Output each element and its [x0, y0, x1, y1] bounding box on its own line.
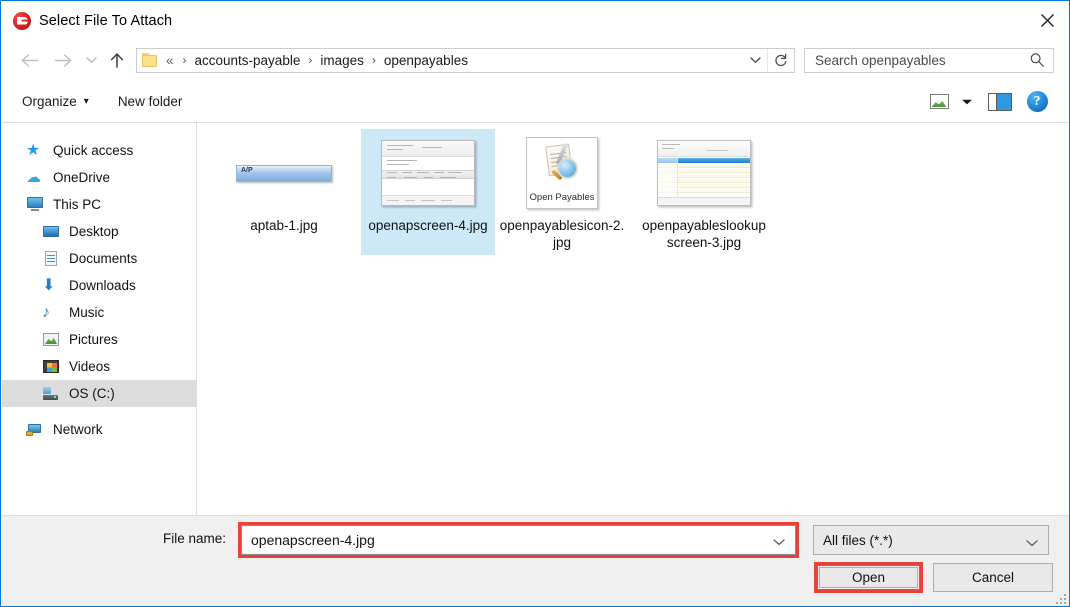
downloads-icon: ⬇ [42, 277, 56, 294]
sidebar-item-documents[interactable]: Documents [2, 245, 196, 272]
breadcrumb-separator: › [371, 53, 376, 67]
videos-icon [42, 358, 60, 375]
breadcrumb-separator: › [308, 53, 313, 67]
drive-icon [42, 385, 60, 402]
file-name-label: aptab-1.jpg [250, 218, 318, 233]
breadcrumb-item-openpayables[interactable]: openpayables [383, 53, 469, 68]
file-thumbnail [378, 133, 478, 213]
sidebar-item-label: OneDrive [53, 170, 111, 185]
desktop-icon [42, 223, 60, 240]
sidebar-item-downloads[interactable]: ⬇ Downloads [2, 272, 196, 299]
file-type-value: All files (*.*) [823, 532, 893, 548]
sidebar-item-label: Music [69, 305, 105, 320]
screenshot-window-thumbnail [381, 140, 475, 206]
dialog-body: ★ Quick access ☁ OneDrive This PC Deskto… [2, 123, 1069, 515]
sidebar-item-label: OS (C:) [69, 386, 115, 401]
cancel-button[interactable]: Cancel [933, 563, 1053, 592]
organize-chevron-down-icon: ▾ [83, 96, 89, 107]
file-thumbnail [654, 133, 754, 213]
close-icon[interactable] [1024, 2, 1069, 38]
arrow-left-icon[interactable] [12, 45, 46, 75]
title-bar: Select File To Attach [2, 2, 1069, 39]
sidebar-item-pictures[interactable]: Pictures [2, 326, 196, 353]
preview-pane-icon[interactable] [980, 87, 1020, 117]
breadcrumb-separator: › [182, 53, 187, 67]
computer-icon [26, 196, 44, 213]
file-name-label: openpayableslookupscreen-3.jpg [642, 218, 766, 250]
new-folder-button[interactable]: New folder [118, 94, 183, 109]
file-thumbnail: Open Payables [512, 133, 612, 213]
navigation-bar: « › accounts-payable › images › openpaya… [2, 39, 1069, 81]
file-name-combobox[interactable] [241, 525, 796, 555]
app-logo-icon [13, 11, 31, 30]
arrow-up-icon[interactable] [102, 45, 132, 75]
refresh-icon[interactable] [767, 48, 793, 72]
sidebar-item-label: Documents [69, 251, 138, 266]
pictures-icon [42, 331, 60, 348]
file-item[interactable]: Open Payables openpayablesicon-2.jpg [495, 129, 629, 255]
recent-locations-chevron-down-icon[interactable] [80, 45, 102, 75]
sidebar-item-label: Downloads [69, 278, 136, 293]
music-icon: ♪ [42, 304, 50, 321]
search-input[interactable] [813, 49, 1013, 71]
open-payables-icon-thumbnail: Open Payables [526, 137, 598, 209]
file-dialog-window: Select File To Attach « › accounts-payab… [0, 0, 1070, 607]
sidebar-item-label: Quick access [53, 143, 134, 158]
file-name-field-label: File name: [163, 531, 227, 546]
documents-icon [42, 250, 60, 267]
file-item[interactable]: openapscreen-4.jpg [361, 129, 495, 255]
thumbnail-caption: A/P [241, 166, 253, 174]
file-item[interactable]: A/P aptab-1.jpg [217, 129, 351, 255]
breadcrumb-item-accounts-payable[interactable]: accounts-payable [194, 53, 302, 68]
cloud-icon: ☁ [26, 169, 41, 186]
breadcrumb-overflow[interactable]: « [165, 53, 176, 68]
arrow-right-icon[interactable] [46, 45, 80, 75]
help-glyph: ? [1026, 91, 1048, 112]
sidebar-item-network[interactable]: Network [2, 416, 196, 443]
sidebar-item-label: Videos [69, 359, 111, 374]
file-item[interactable]: openpayableslookupscreen-3.jpg [637, 129, 771, 255]
file-type-chevron-down-icon[interactable] [1026, 534, 1038, 552]
thumbnail-caption: Open Payables [529, 192, 595, 203]
file-name-input[interactable] [249, 528, 749, 552]
search-box[interactable] [804, 47, 1054, 73]
address-bar[interactable]: « › accounts-payable › images › openpaya… [136, 47, 795, 73]
sidebar-item-label: Pictures [69, 332, 118, 347]
view-chevron-down-icon[interactable] [954, 87, 980, 117]
organize-label: Organize [22, 94, 77, 109]
navigation-sidebar: ★ Quick access ☁ OneDrive This PC Deskto… [2, 123, 197, 515]
open-button[interactable]: Open [819, 567, 918, 588]
file-thumbnail: A/P [234, 133, 334, 213]
address-chevron-down-icon[interactable] [743, 49, 767, 72]
organize-button[interactable]: Organize ▾ [22, 94, 89, 109]
lookup-table-screenshot-thumbnail [657, 140, 751, 206]
sidebar-item-this-pc[interactable]: This PC [2, 191, 196, 218]
file-name-label: openapscreen-4.jpg [368, 218, 488, 233]
ap-tab-strip-thumbnail: A/P [236, 164, 332, 182]
file-name-chevron-down-icon[interactable] [773, 533, 785, 551]
star-icon: ★ [26, 142, 41, 159]
file-list[interactable]: A/P aptab-1.jpg openapscreen-4.jpg Open … [197, 123, 1069, 515]
network-icon [26, 421, 44, 438]
sidebar-item-label: Desktop [69, 224, 119, 239]
sidebar-item-desktop[interactable]: Desktop [2, 218, 196, 245]
breadcrumb-item-images[interactable]: images [319, 53, 365, 68]
sidebar-item-videos[interactable]: Videos [2, 353, 196, 380]
help-icon[interactable]: ? [1020, 87, 1054, 117]
command-toolbar: Organize ▾ New folder ? [2, 81, 1069, 123]
view-thumbnails-icon[interactable] [924, 87, 954, 117]
toolbar-right-group: ? [924, 81, 1054, 122]
search-icon [1029, 52, 1045, 73]
resize-grip-icon[interactable] [1053, 591, 1066, 604]
sidebar-item-os-c[interactable]: OS (C:) [2, 380, 196, 407]
sidebar-item-music[interactable]: ♪ Music [2, 299, 196, 326]
sidebar-item-label: Network [53, 422, 103, 437]
window-title: Select File To Attach [39, 12, 173, 29]
folder-icon [142, 53, 159, 67]
sidebar-item-quick-access[interactable]: ★ Quick access [2, 137, 196, 164]
sidebar-item-onedrive[interactable]: ☁ OneDrive [2, 164, 196, 191]
file-type-combobox[interactable]: All files (*.*) [813, 525, 1049, 555]
sidebar-item-label: This PC [53, 197, 102, 212]
file-name-label: openpayablesicon-2.jpg [499, 218, 625, 250]
